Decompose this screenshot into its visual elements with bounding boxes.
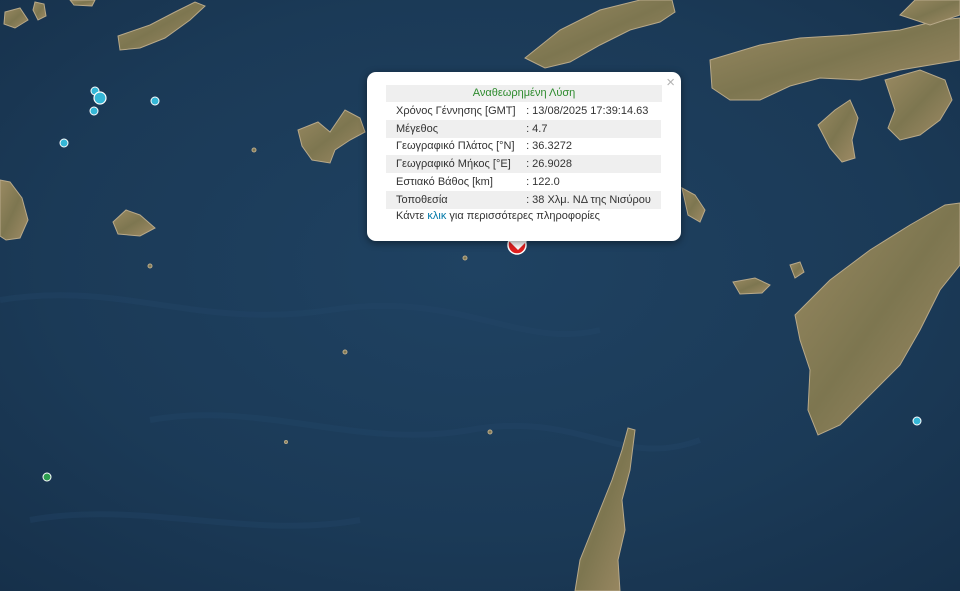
quake-marker-recent[interactable] xyxy=(150,96,160,106)
earthquake-popup: × Αναθεωρημένη Λύση Χρόνος Γέννησης [GMT… xyxy=(367,72,681,241)
quake-marker-recent[interactable] xyxy=(912,416,922,426)
info-label: Μέγεθος xyxy=(386,119,527,138)
quake-marker-recent[interactable] xyxy=(93,91,107,105)
info-label: Γεωγραφικό Πλάτος [°N] xyxy=(396,140,515,153)
info-value: : 26.9028 xyxy=(526,155,661,174)
quake-marker-recent[interactable] xyxy=(89,106,99,116)
info-label: Χρόνος Γέννησης [GMT] xyxy=(396,104,516,117)
more-info-prefix: Κάντε xyxy=(396,209,428,222)
info-row: Τοποθεσία: 38 Χλμ. ΝΔ της Νισύρου xyxy=(386,190,661,209)
info-row: Γεωγραφικό Πλάτος [°N] : 36.3272 xyxy=(386,138,661,156)
info-label: Τοποθεσία xyxy=(386,190,527,209)
more-info-line: Κάντε κλικ για περισσότερες πληροφορίες xyxy=(386,210,662,222)
island-top-left-3 xyxy=(69,0,96,7)
info-value: : 122.0 xyxy=(526,176,560,189)
info-value: : 4.7 xyxy=(526,119,661,138)
popup-title: Αναθεωρημένη Λύση xyxy=(386,85,662,102)
quake-marker-recent[interactable] xyxy=(59,138,69,148)
info-label: Εστιακό Βάθος [km] xyxy=(396,176,493,189)
info-row: Μέγεθος: 4.7 xyxy=(386,119,661,138)
event-info-table: Χρόνος Γέννησης [GMT] : 13/08/2025 17:39:… xyxy=(386,102,661,209)
popup-tip xyxy=(508,240,528,250)
more-info-suffix: για περισσότερες πληροφορίες xyxy=(446,209,600,222)
info-row: Γεωγραφικό Μήκος [°E]: 26.9028 xyxy=(386,155,661,174)
quake-marker-older[interactable] xyxy=(42,472,52,482)
more-info-link[interactable]: κλικ xyxy=(427,210,446,222)
info-label: Γεωγραφικό Μήκος [°E] xyxy=(386,155,527,174)
info-value: : 13/08/2025 17:39:14.63 xyxy=(526,104,649,117)
close-icon[interactable]: × xyxy=(666,75,675,91)
info-value: : 36.3272 xyxy=(526,140,572,153)
info-row: Χρόνος Γέννησης [GMT] : 13/08/2025 17:39:… xyxy=(386,102,661,120)
info-row: Εστιακό Βάθος [km] : 122.0 xyxy=(386,173,661,191)
info-value: : 38 Χλμ. ΝΔ της Νισύρου xyxy=(526,190,661,209)
